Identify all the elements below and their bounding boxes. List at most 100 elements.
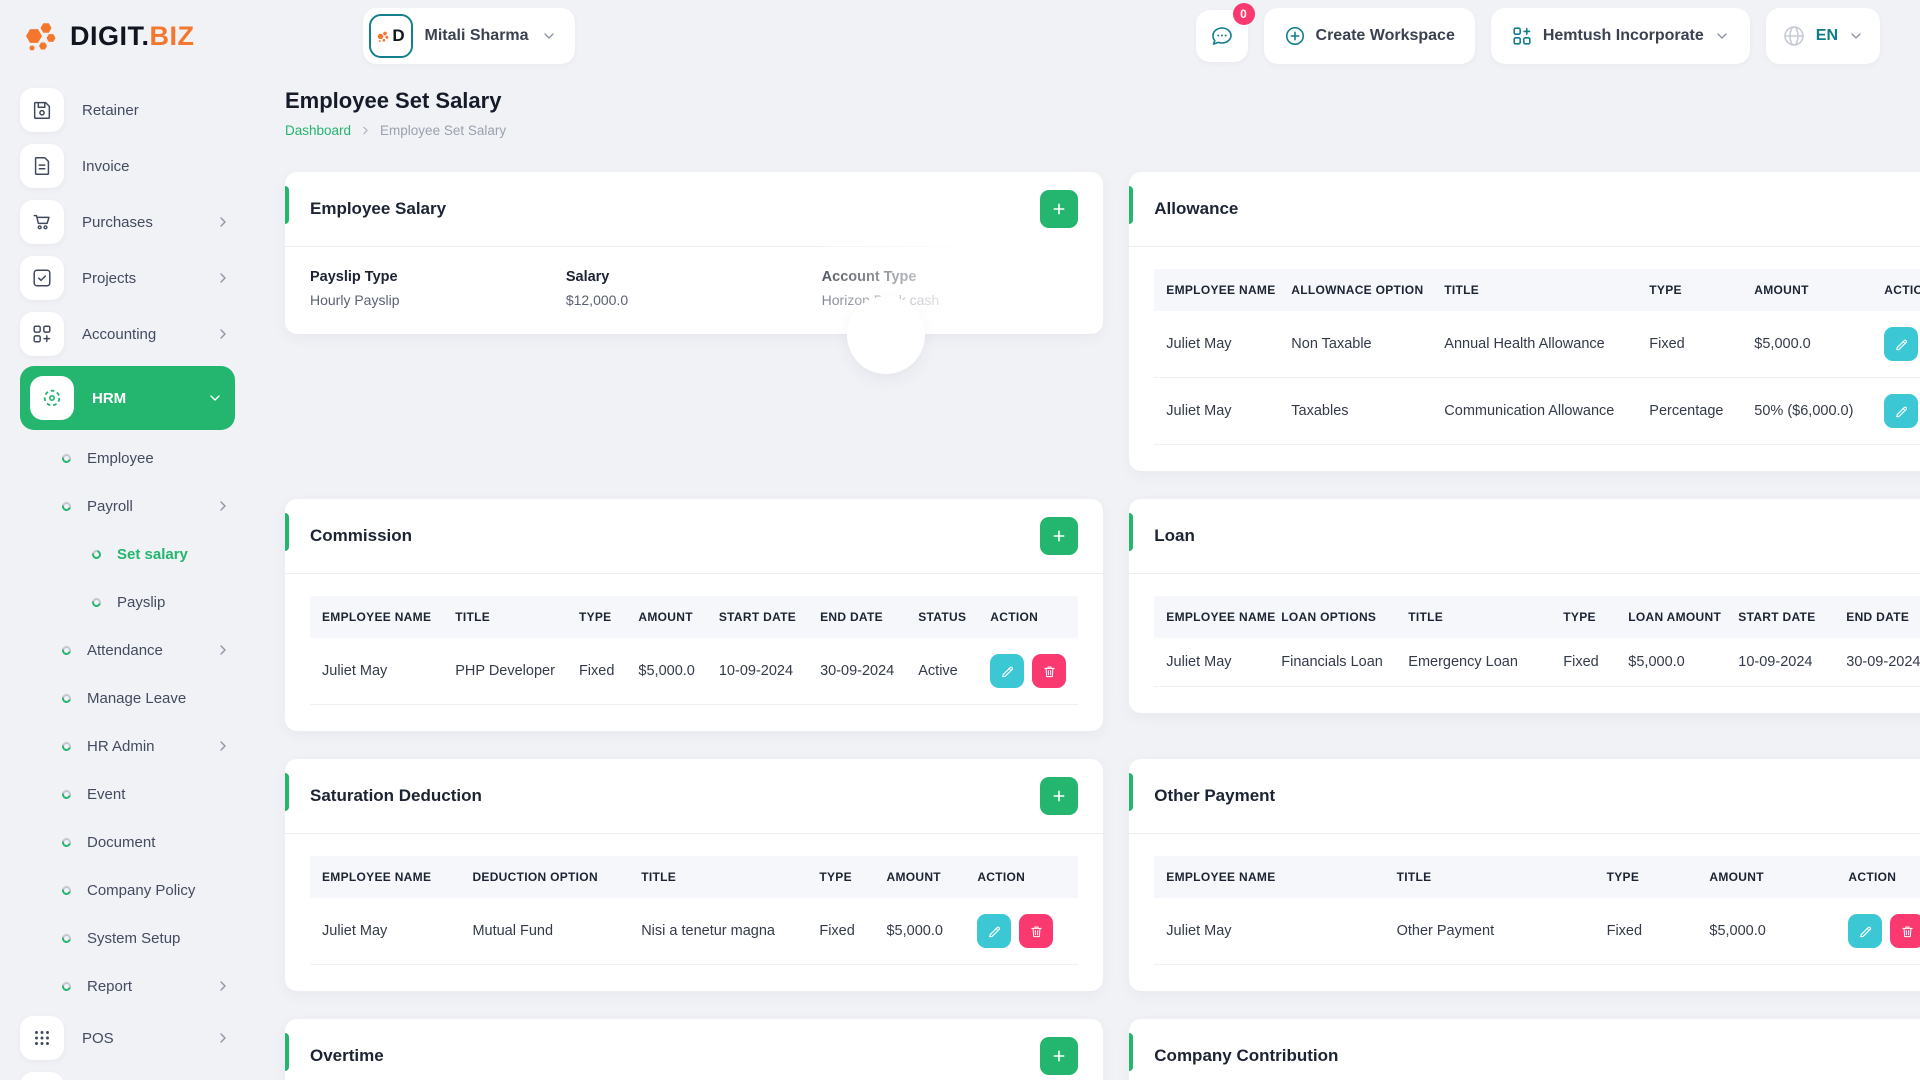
sidebar-item-pos[interactable]: POS bbox=[20, 1010, 245, 1066]
pencil-icon bbox=[1894, 404, 1909, 419]
status-text: Active bbox=[906, 638, 978, 705]
card-title: Commission bbox=[310, 526, 412, 546]
create-workspace-label: Create Workspace bbox=[1316, 27, 1455, 45]
card-title: Employee Salary bbox=[310, 199, 446, 219]
edit-button[interactable] bbox=[990, 654, 1024, 688]
brand-hexagon-icon bbox=[22, 16, 62, 56]
sidebar-item-payroll[interactable]: Payroll bbox=[20, 482, 245, 530]
chevron-right-icon bbox=[215, 214, 231, 230]
add-overtime-button[interactable] bbox=[1040, 1037, 1078, 1075]
sidebar-item-retainer[interactable]: Retainer bbox=[20, 82, 245, 138]
submenu-dot-icon bbox=[60, 884, 72, 896]
dots-grid-icon bbox=[20, 1016, 64, 1060]
add-commission-button[interactable] bbox=[1040, 517, 1078, 555]
table-header-row: EMPLOYEE NAME TITLE TYPE AMOUNT START DA… bbox=[310, 596, 1078, 638]
sidebar: Retainer Invoice Purchases Projects Acco… bbox=[0, 72, 245, 1080]
top-header: DIGIT.BIZ D Mitali Sharma 0 Create Works… bbox=[0, 0, 1920, 72]
submenu-dot-icon bbox=[60, 980, 72, 992]
logo-text-dark: DIGIT. bbox=[70, 21, 150, 51]
sidebar-item-projects[interactable]: Projects bbox=[20, 250, 245, 306]
chevron-down-icon bbox=[1714, 28, 1730, 44]
submenu-dot-icon bbox=[60, 740, 72, 752]
sidebar-item-document[interactable]: Document bbox=[20, 818, 245, 866]
create-workspace-button[interactable]: Create Workspace bbox=[1264, 8, 1475, 64]
chat-bubble-icon bbox=[1210, 24, 1234, 48]
sidebar-item-purchases[interactable]: Purchases bbox=[20, 194, 245, 250]
sidebar-item-employee[interactable]: Employee bbox=[20, 434, 245, 482]
loan-table: EMPLOYEE NAME LOAN OPTIONS TITLE TYPE LO… bbox=[1154, 596, 1920, 687]
field-label: Salary bbox=[566, 269, 822, 285]
language-selector[interactable]: EN bbox=[1766, 8, 1880, 64]
table-row: Juliet May PHP Developer Fixed $5,000.0 … bbox=[310, 638, 1078, 705]
hrm-target-icon bbox=[30, 376, 74, 420]
submenu-dot-icon bbox=[60, 836, 72, 848]
card-title: Company Contribution bbox=[1154, 1046, 1338, 1066]
chevron-right-icon bbox=[359, 124, 372, 137]
edit-button[interactable] bbox=[1848, 914, 1882, 948]
submenu-dot-icon bbox=[90, 596, 102, 608]
sidebar-item-report[interactable]: Report bbox=[20, 962, 245, 1010]
trash-icon bbox=[1042, 664, 1057, 679]
table-row: Juliet May Financials Loan Emergency Loa… bbox=[1154, 638, 1920, 687]
chevron-right-icon bbox=[215, 326, 231, 342]
sidebar-item-hrm[interactable]: HRM bbox=[20, 366, 235, 430]
delete-button[interactable] bbox=[1032, 654, 1066, 688]
edit-button[interactable] bbox=[977, 914, 1011, 948]
card-commission: Commission EMPLOYEE NAME TITLE TYPE AMOU… bbox=[285, 499, 1103, 731]
chevron-right-icon bbox=[215, 738, 231, 754]
card-allowance: Allowance EMPLOYEE NAME ALLOWNACE OPTION… bbox=[1129, 172, 1920, 471]
pencil-icon bbox=[1000, 664, 1015, 679]
sidebar-item-attendance[interactable]: Attendance bbox=[20, 626, 245, 674]
logo-text-accent: BIZ bbox=[150, 21, 195, 51]
sidebar-item-company-policy[interactable]: Company Policy bbox=[20, 866, 245, 914]
submenu-dot-icon bbox=[60, 644, 72, 656]
language-code: EN bbox=[1816, 27, 1838, 45]
workspace-grid-icon bbox=[1511, 25, 1533, 47]
table-row: Juliet May Mutual Fund Nisi a tenetur ma… bbox=[310, 898, 1078, 965]
edit-button[interactable] bbox=[1884, 327, 1918, 361]
add-employee-salary-button[interactable] bbox=[1040, 190, 1078, 228]
sidebar-item-system-setup[interactable]: System Setup bbox=[20, 914, 245, 962]
sidebar-item-invoice[interactable]: Invoice bbox=[20, 138, 245, 194]
table-header-row: EMPLOYEE NAME LOAN OPTIONS TITLE TYPE LO… bbox=[1154, 596, 1920, 638]
sidebar-item-manage-leave[interactable]: Manage Leave bbox=[20, 674, 245, 722]
delete-button[interactable] bbox=[1019, 914, 1053, 948]
delete-button[interactable] bbox=[1890, 914, 1920, 948]
chevron-right-icon bbox=[215, 270, 231, 286]
submenu-dot-icon bbox=[60, 788, 72, 800]
pencil-icon bbox=[987, 924, 1002, 939]
user-name: Mitali Sharma bbox=[425, 27, 529, 45]
card-loan: Loan EMPLOYEE NAME LOAN OPTIONS TITLE TY… bbox=[1129, 499, 1920, 713]
messages-button[interactable]: 0 bbox=[1196, 10, 1248, 62]
sidebar-item-payslip[interactable]: Payslip bbox=[20, 578, 245, 626]
breadcrumb-dashboard-link[interactable]: Dashboard bbox=[285, 123, 351, 138]
card-company-contribution: Company Contribution bbox=[1129, 1019, 1920, 1080]
plus-icon bbox=[1051, 201, 1067, 217]
add-saturation-deduction-button[interactable] bbox=[1040, 777, 1078, 815]
submenu-dot-icon bbox=[60, 452, 72, 464]
commission-table: EMPLOYEE NAME TITLE TYPE AMOUNT START DA… bbox=[310, 596, 1078, 705]
pencil-icon bbox=[1858, 924, 1873, 939]
sidebar-item-event[interactable]: Event bbox=[20, 770, 245, 818]
avatar-letter: D bbox=[392, 26, 404, 46]
table-row: Juliet May Non Taxable Annual Health All… bbox=[1154, 311, 1920, 378]
workspace-selector[interactable]: Hemtush Incorporate bbox=[1491, 8, 1750, 64]
cart-icon bbox=[20, 200, 64, 244]
plus-icon bbox=[1051, 528, 1067, 544]
chevron-down-icon bbox=[1848, 28, 1864, 44]
table-row: Juliet May Taxables Communication Allowa… bbox=[1154, 378, 1920, 445]
edit-button[interactable] bbox=[1884, 394, 1918, 428]
plus-icon bbox=[1051, 788, 1067, 804]
page-title: Employee Set Salary bbox=[285, 88, 1920, 114]
sidebar-item-accounting[interactable]: Accounting bbox=[20, 306, 245, 362]
other-payment-table: EMPLOYEE NAME TITLE TYPE AMOUNT ACTION J… bbox=[1154, 856, 1920, 965]
plus-icon bbox=[1051, 1048, 1067, 1064]
table-row: Juliet May Other Payment Fixed $5,000.0 bbox=[1154, 898, 1920, 965]
pencil-icon bbox=[1894, 337, 1909, 352]
sidebar-item-crm[interactable]: CRM bbox=[20, 1066, 245, 1080]
card-title: Overtime bbox=[310, 1046, 384, 1066]
submenu-dot-icon bbox=[90, 548, 102, 560]
sidebar-item-hr-admin[interactable]: HR Admin bbox=[20, 722, 245, 770]
sidebar-item-set-salary[interactable]: Set salary bbox=[20, 530, 245, 578]
user-menu[interactable]: D Mitali Sharma bbox=[363, 8, 575, 64]
